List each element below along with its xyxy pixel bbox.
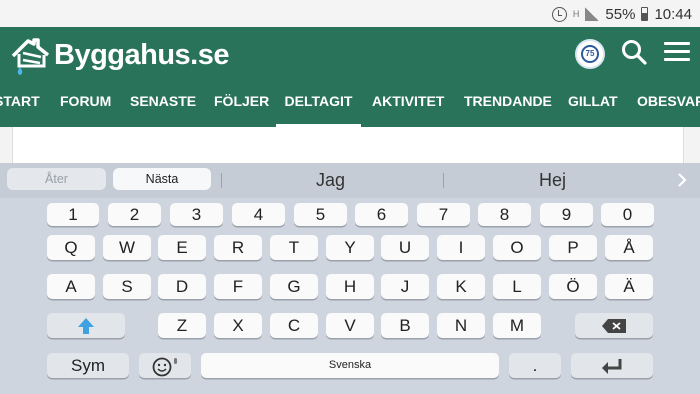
onscreen-keyboard: Åter Nästa Jag Hej 1 2 3 4 5 6 7 8 9 0 Q… — [0, 163, 700, 394]
badge-text: 75 — [581, 45, 599, 63]
content-card — [12, 127, 684, 163]
sym-key[interactable]: Sym — [47, 353, 129, 378]
key-3[interactable]: 3 — [170, 203, 223, 226]
tab-obesvarade[interactable]: OBESVARADE — [637, 87, 700, 127]
key-b[interactable]: B — [381, 313, 429, 338]
tab-start[interactable]: START — [0, 87, 40, 127]
clock: 10:44 — [654, 5, 692, 23]
anniversary-badge-icon[interactable]: 75 — [575, 39, 605, 69]
enter-key[interactable] — [571, 353, 653, 378]
key-u[interactable]: U — [381, 235, 429, 260]
key-7[interactable]: 7 — [417, 203, 470, 226]
signal-icon — [585, 7, 600, 21]
key-c[interactable]: C — [270, 313, 318, 338]
tab-trendande[interactable]: TRENDANDE — [464, 87, 552, 127]
next-button[interactable]: Nästa — [113, 168, 211, 190]
key-a-umlaut[interactable]: Ä — [605, 274, 653, 299]
key-9[interactable]: 9 — [540, 203, 593, 226]
key-5[interactable]: 5 — [294, 203, 347, 226]
tab-forum[interactable]: FORUM — [60, 87, 111, 127]
nav-tabs: START FORUM SENASTE FÖLJER DELTAGIT AKTI… — [0, 87, 700, 127]
key-1[interactable]: 1 — [47, 203, 99, 226]
chevron-right-icon[interactable] — [675, 171, 689, 189]
key-f[interactable]: F — [214, 274, 262, 299]
key-a-ring[interactable]: Å — [605, 235, 653, 260]
key-y[interactable]: Y — [326, 235, 374, 260]
key-q[interactable]: Q — [47, 235, 95, 260]
key-6[interactable]: 6 — [355, 203, 408, 226]
page-content — [0, 127, 700, 163]
network-type: H — [572, 9, 580, 19]
key-n[interactable]: N — [437, 313, 485, 338]
key-j[interactable]: J — [381, 274, 429, 299]
suggestion-bar: Åter Nästa Jag Hej — [0, 163, 700, 198]
backspace-icon — [602, 319, 626, 333]
key-8[interactable]: 8 — [478, 203, 531, 226]
search-icon[interactable] — [621, 39, 647, 65]
period-key[interactable]: . — [509, 353, 561, 378]
key-m[interactable]: M — [493, 313, 541, 338]
key-z[interactable]: Z — [158, 313, 206, 338]
site-logo[interactable]: Byggahus.se — [10, 33, 230, 77]
tab-foljer[interactable]: FÖLJER — [214, 87, 269, 127]
key-e[interactable]: E — [158, 235, 206, 260]
emoji-icon — [152, 357, 177, 377]
key-v[interactable]: V — [326, 313, 374, 338]
key-r[interactable]: R — [214, 235, 262, 260]
screen: H 55% 10:44 Byggahus.se 75 TART FORUM SE… — [0, 0, 700, 394]
key-t[interactable]: T — [270, 235, 318, 260]
suggestion-2[interactable]: Hej — [539, 170, 566, 191]
key-2[interactable]: 2 — [108, 203, 161, 226]
divider — [443, 173, 444, 188]
key-h[interactable]: H — [326, 274, 374, 299]
tab-aktivitet[interactable]: AKTIVITET — [372, 87, 444, 127]
backspace-key[interactable] — [575, 313, 653, 338]
shift-key[interactable] — [47, 313, 125, 338]
key-p[interactable]: P — [549, 235, 597, 260]
battery-icon — [641, 7, 649, 21]
alarm-icon — [551, 6, 567, 22]
hamburger-menu-icon[interactable] — [664, 42, 690, 64]
key-x[interactable]: X — [214, 313, 262, 338]
key-w[interactable]: W — [103, 235, 151, 260]
key-a[interactable]: A — [47, 274, 95, 299]
emoji-key[interactable] — [139, 353, 191, 378]
tab-senaste[interactable]: SENASTE — [130, 87, 196, 127]
key-o-umlaut[interactable]: Ö — [549, 274, 597, 299]
space-key[interactable]: Svenska — [201, 353, 499, 378]
battery-percent: 55% — [605, 5, 636, 23]
site-header: Byggahus.se 75 START FORUM SENASTE FÖLJE… — [0, 27, 700, 127]
key-l[interactable]: L — [493, 274, 541, 299]
shift-arrow-icon — [78, 318, 94, 334]
site-name: Byggahus.se — [54, 38, 230, 71]
key-g[interactable]: G — [270, 274, 318, 299]
key-o[interactable]: O — [493, 235, 541, 260]
key-s[interactable]: S — [103, 274, 151, 299]
tab-gillat[interactable]: GILLAT — [568, 87, 618, 127]
key-i[interactable]: I — [437, 235, 485, 260]
key-d[interactable]: D — [158, 274, 206, 299]
key-k[interactable]: K — [437, 274, 485, 299]
back-button[interactable]: Åter — [7, 168, 106, 190]
suggestion-1[interactable]: Jag — [316, 170, 345, 191]
status-bar: H 55% 10:44 — [0, 0, 700, 27]
key-0[interactable]: 0 — [601, 203, 654, 226]
enter-icon — [602, 359, 622, 374]
tab-deltagit[interactable]: DELTAGIT — [276, 87, 361, 127]
key-4[interactable]: 4 — [232, 203, 285, 226]
divider — [221, 173, 222, 188]
house-logo-icon — [11, 38, 50, 75]
